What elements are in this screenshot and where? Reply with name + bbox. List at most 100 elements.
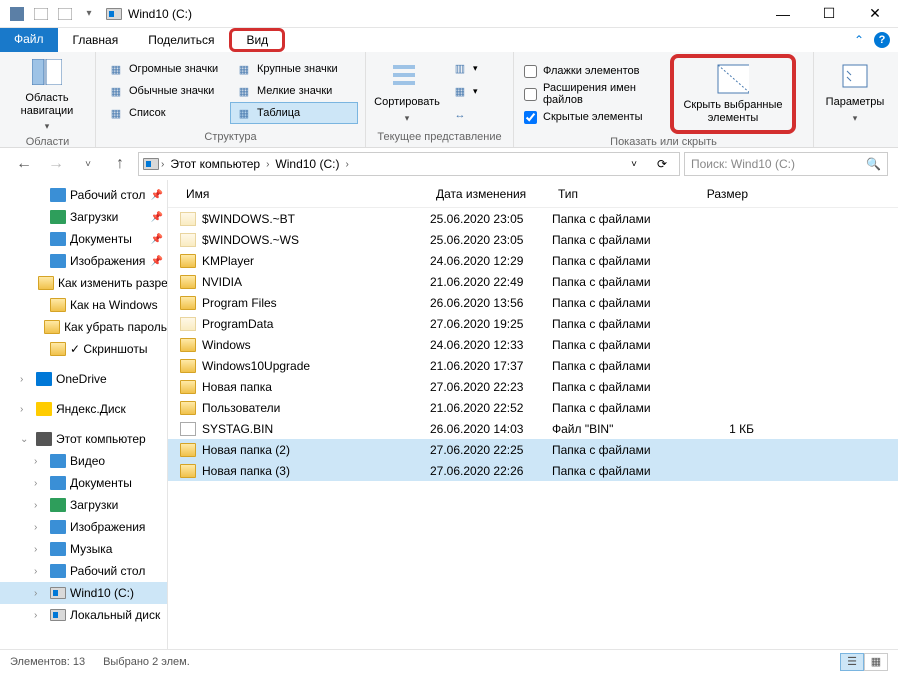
file-row[interactable]: Windows10Upgrade21.06.2020 17:37Папка с … (168, 355, 898, 376)
column-headers[interactable]: Имя Дата изменения Тип Размер (168, 180, 898, 208)
file-list[interactable]: Имя Дата изменения Тип Размер $WINDOWS.~… (168, 180, 898, 649)
details-view-button[interactable]: ☰ (840, 653, 864, 671)
file-row[interactable]: Windows24.06.2020 12:33Папка с файлами (168, 334, 898, 355)
view-tab[interactable]: Вид (229, 28, 285, 52)
help-icon[interactable]: ? (874, 32, 890, 48)
tree-icon (50, 232, 66, 246)
file-row[interactable]: Новая папка (3)27.06.2020 22:26Папка с ф… (168, 460, 898, 481)
file-row[interactable]: $WINDOWS.~WS25.06.2020 23:05Папка с файл… (168, 229, 898, 250)
search-input[interactable]: Поиск: Wind10 (C:) 🔍 (684, 152, 888, 176)
title-bar: ▾ Wind10 (C:) — ☐ ✕ (0, 0, 898, 28)
hide-selected-button[interactable]: Скрыть выбранные элементы (670, 54, 796, 134)
layout-option[interactable]: ▦Мелкие значки (230, 80, 358, 102)
tree-item[interactable]: Загрузки📌 (0, 206, 167, 228)
tree-item[interactable]: Как изменить разрешение (0, 272, 167, 294)
item-checkboxes-checkbox[interactable]: Флажки элементов (520, 60, 670, 82)
file-row[interactable]: ProgramData27.06.2020 19:25Папка с файла… (168, 313, 898, 334)
breadcrumb-segment[interactable]: Этот компьютер (166, 157, 264, 171)
file-row[interactable]: SYSTAG.BIN26.06.2020 14:03Файл "BIN"1 КБ (168, 418, 898, 439)
up-button[interactable]: ↑ (106, 150, 134, 178)
tree-item[interactable]: ›Локальный диск (0, 604, 167, 626)
folder-icon (180, 296, 196, 310)
menu-bar: Файл Главная Поделиться Вид ⌃ ? (0, 28, 898, 52)
qat-item[interactable] (54, 3, 76, 25)
tree-item[interactable]: ›Документы (0, 472, 167, 494)
add-columns-button[interactable]: ▦▾ (446, 81, 484, 103)
navigation-tree[interactable]: Рабочий стол📌Загрузки📌Документы📌Изображе… (0, 180, 168, 649)
layout-icon: ▦ (236, 83, 252, 99)
options-button[interactable]: Параметры ▾ (820, 58, 890, 125)
folder-icon (180, 464, 196, 478)
breadcrumb-segment[interactable]: Wind10 (C:) (271, 157, 343, 171)
share-tab[interactable]: Поделиться (133, 28, 229, 52)
col-name[interactable]: Имя (180, 187, 430, 201)
layout-option[interactable]: ▦Таблица (230, 102, 358, 124)
file-row[interactable]: KMPlayer24.06.2020 12:29Папка с файлами (168, 250, 898, 271)
file-row[interactable]: NVIDIA21.06.2020 22:49Папка с файлами (168, 271, 898, 292)
quick-access-toolbar: ▾ (0, 3, 106, 25)
hide-icon (717, 63, 749, 95)
address-bar[interactable]: › Этот компьютер › Wind10 (C:) › ˅ ⟳ (138, 152, 680, 176)
layout-icon: ▦ (108, 105, 124, 121)
main-content: Рабочий стол📌Загрузки📌Документы📌Изображе… (0, 180, 898, 649)
tree-item[interactable]: Документы📌 (0, 228, 167, 250)
col-type[interactable]: Тип (552, 187, 672, 201)
tree-item[interactable]: Как на Windows (0, 294, 167, 316)
tree-item[interactable]: ›Видео (0, 450, 167, 472)
tree-icon (36, 432, 52, 446)
layout-option[interactable]: ▦Огромные значки (102, 58, 230, 80)
tree-item[interactable]: ✓ Скриншоты (0, 338, 167, 360)
history-dropdown[interactable]: ˅ (621, 159, 647, 170)
layout-option[interactable]: ▦Обычные значки (102, 80, 230, 102)
panel-icon (31, 56, 63, 88)
add-column-icon: ▦ (452, 84, 468, 100)
columns-icon: ▥ (452, 61, 468, 77)
recent-dropdown[interactable]: ˅ (74, 150, 102, 178)
tree-item[interactable]: ›Яндекс.Диск (0, 398, 167, 420)
tree-item[interactable]: ›Wind10 (C:) (0, 582, 167, 604)
window-icon[interactable] (6, 3, 28, 25)
hidden-items-checkbox[interactable]: Скрытые элементы (520, 106, 670, 128)
close-button[interactable]: ✕ (852, 0, 898, 28)
size-columns-button[interactable]: ↔ (446, 104, 484, 126)
col-size[interactable]: Размер (672, 187, 754, 201)
tree-item[interactable]: Рабочий стол📌 (0, 184, 167, 206)
search-icon: 🔍 (866, 157, 881, 171)
tree-item[interactable]: ›OneDrive (0, 368, 167, 390)
pin-icon: 📌 (151, 234, 163, 245)
layout-option[interactable]: ▦Список (102, 102, 230, 124)
file-row[interactable]: $WINDOWS.~BT25.06.2020 23:05Папка с файл… (168, 208, 898, 229)
ribbon: Область навигации ▾ Области ▦Огромные зн… (0, 52, 898, 148)
file-icon (180, 422, 196, 436)
tree-item[interactable]: ⌄Этот компьютер (0, 428, 167, 450)
back-button[interactable]: ← (10, 150, 38, 178)
layout-option[interactable]: ▦Крупные значки (230, 58, 358, 80)
qat-dropdown[interactable]: ▾ (78, 3, 100, 25)
file-ext-checkbox[interactable]: Расширения имен файлов (520, 83, 670, 105)
home-tab[interactable]: Главная (58, 28, 134, 52)
thumbs-view-button[interactable]: ▦ (864, 653, 888, 671)
file-row[interactable]: Новая папка (2)27.06.2020 22:25Папка с ф… (168, 439, 898, 460)
tree-item[interactable]: Как убрать пароль (0, 316, 167, 338)
group-by-button[interactable]: ▥▾ (446, 58, 484, 80)
tree-item[interactable]: ›Изображения (0, 516, 167, 538)
file-tab[interactable]: Файл (0, 28, 58, 52)
qat-item[interactable] (30, 3, 52, 25)
tree-item[interactable]: ›Музыка (0, 538, 167, 560)
tree-item[interactable]: ›Загрузки (0, 494, 167, 516)
col-date[interactable]: Дата изменения (430, 187, 552, 201)
sort-icon (391, 60, 423, 92)
file-row[interactable]: Пользователи21.06.2020 22:52Папка с файл… (168, 397, 898, 418)
tree-icon (50, 520, 66, 534)
file-row[interactable]: Program Files26.06.2020 13:56Папка с фай… (168, 292, 898, 313)
maximize-button[interactable]: ☐ (806, 0, 852, 28)
navigation-pane-button[interactable]: Область навигации ▾ (6, 54, 88, 134)
file-row[interactable]: Новая папка27.06.2020 22:23Папка с файла… (168, 376, 898, 397)
collapse-ribbon-button[interactable]: ⌃ (854, 33, 864, 47)
minimize-button[interactable]: — (760, 0, 806, 28)
tree-item[interactable]: ›Рабочий стол (0, 560, 167, 582)
forward-button[interactable]: → (42, 150, 70, 178)
sort-button[interactable]: Сортировать ▾ (372, 58, 442, 125)
tree-item[interactable]: Изображения📌 (0, 250, 167, 272)
refresh-button[interactable]: ⟳ (649, 157, 675, 171)
